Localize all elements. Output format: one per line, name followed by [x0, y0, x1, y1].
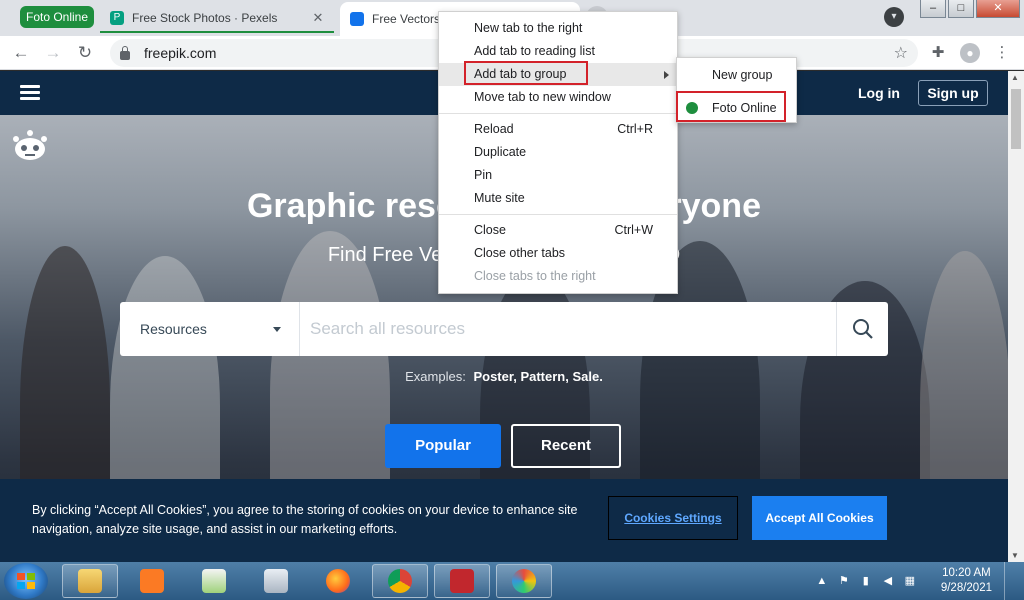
menu-separator — [439, 113, 677, 114]
volume-icon[interactable]: ◀ — [881, 574, 895, 588]
login-link[interactable]: Log in — [858, 85, 900, 101]
menu-item-close-tabs-right: Close tabs to the right — [474, 269, 596, 283]
caret-down-icon — [273, 326, 281, 332]
firefox-icon[interactable] — [310, 564, 366, 598]
signup-button[interactable]: Sign up — [918, 80, 988, 106]
chrome-icon[interactable] — [372, 564, 428, 598]
highlight-annotation-box — [464, 61, 588, 85]
tab-group-chip[interactable]: Foto Online — [20, 6, 95, 28]
windows-taskbar: ▲ ⚑ ▮ ◀ ▦ 10:20 AM 9/28/2021 — [0, 562, 1024, 600]
clock-time: 10:20 AM — [942, 567, 991, 579]
menu-item-move-to-new-window[interactable]: Move tab to new window — [439, 86, 677, 109]
shortcut-label: Ctrl+R — [617, 122, 653, 136]
calculator-icon[interactable] — [248, 564, 304, 598]
submenu-item-new-group[interactable]: New group — [677, 62, 798, 88]
menu-kebab-icon[interactable]: ⋮ — [992, 43, 1012, 63]
menu-item-mute-site[interactable]: Mute site — [439, 187, 677, 210]
forward-arrow-icon[interactable]: → — [42, 42, 64, 64]
xampp-icon[interactable] — [124, 564, 180, 598]
maximize-button[interactable]: □ — [948, 0, 974, 18]
close-window-button[interactable]: ✕ — [976, 0, 1020, 18]
cookie-banner: By clicking “Accept All Cookies”, you ag… — [0, 479, 1008, 562]
page-scrollbar[interactable]: ▲ ▼ — [1008, 71, 1024, 562]
search-examples: Examples: Poster, Pattern, Sale. — [405, 369, 603, 384]
example-link[interactable]: Sale — [572, 369, 599, 384]
tab-search-icon[interactable]: ▾ — [884, 7, 904, 27]
tab-pexels[interactable]: P Free Stock Photos · Pexels ✕ — [100, 0, 336, 36]
menu-item-reload[interactable]: Reload Ctrl+R — [439, 118, 677, 141]
profile-avatar-icon[interactable]: ● — [960, 43, 980, 63]
example-link[interactable]: Pattern — [520, 369, 565, 384]
back-arrow-icon[interactable]: ← — [10, 42, 32, 64]
search-button[interactable] — [836, 302, 888, 356]
scroll-thumb[interactable] — [1011, 89, 1021, 149]
menu-item-add-reading-list[interactable]: Add tab to reading list — [439, 40, 677, 63]
menu-item-duplicate[interactable]: Duplicate — [439, 141, 677, 164]
input-method-icon[interactable]: ▦ — [903, 574, 917, 588]
menu-item-new-tab-right[interactable]: New tab to the right — [439, 17, 677, 40]
highlight-annotation-box — [676, 91, 786, 122]
hamburger-menu-icon[interactable] — [20, 85, 40, 100]
clock-date: 9/28/2021 — [940, 582, 992, 594]
menu-item-close[interactable]: Close Ctrl+W — [439, 219, 677, 242]
start-button[interactable] — [4, 563, 48, 599]
freepik-favicon — [350, 12, 364, 26]
tab-context-menu: New tab to the right Add tab to reading … — [438, 11, 678, 294]
lock-icon[interactable] — [120, 45, 130, 60]
system-tray: ▲ ⚑ ▮ ◀ ▦ 10:20 AM 9/28/2021 — [815, 562, 1014, 600]
notepad-plus-icon[interactable] — [186, 564, 242, 598]
submenu-arrow-icon — [664, 71, 669, 79]
paint-icon[interactable] — [496, 564, 552, 598]
accept-all-cookies-button[interactable]: Accept All Cookies — [752, 496, 887, 540]
bookmark-star-icon[interactable]: ☆ — [894, 43, 908, 63]
menu-item-close-other-tabs[interactable]: Close other tabs — [439, 242, 677, 265]
windows-logo-icon — [17, 573, 35, 589]
resource-type-label: Resources — [140, 321, 207, 337]
menu-separator — [439, 214, 677, 215]
search-bar: Resources — [120, 302, 888, 356]
pexels-favicon: P — [110, 11, 124, 25]
show-hidden-icons-icon[interactable]: ▲ — [815, 574, 829, 588]
window-controls: – □ ✕ — [920, 0, 1020, 18]
extensions-puzzle-icon[interactable]: ✚ — [928, 43, 948, 63]
scroll-up-arrow-icon[interactable]: ▲ — [1011, 73, 1019, 82]
search-input[interactable] — [300, 302, 836, 356]
resource-type-dropdown[interactable]: Resources — [120, 302, 300, 356]
cookies-settings-button[interactable]: Cookies Settings — [608, 496, 738, 540]
file-explorer-icon[interactable] — [62, 564, 118, 598]
freepik-logo-icon[interactable] — [12, 129, 48, 161]
menu-item-pin[interactable]: Pin — [439, 164, 677, 187]
shortcut-label: Ctrl+W — [614, 223, 653, 237]
tab-close-icon[interactable]: ✕ — [310, 10, 326, 26]
filezilla-icon[interactable] — [434, 564, 490, 598]
clock[interactable]: 10:20 AM 9/28/2021 — [941, 566, 992, 596]
popular-button[interactable]: Popular — [385, 424, 501, 468]
reload-icon[interactable]: ↻ — [74, 42, 96, 64]
search-icon — [852, 319, 873, 339]
recent-button[interactable]: Recent — [511, 424, 621, 468]
action-center-flag-icon[interactable]: ⚑ — [837, 574, 851, 588]
tab-title: Free Stock Photos · Pexels — [132, 11, 278, 25]
url-text: freepik.com — [144, 45, 217, 61]
examples-label: Examples: — [405, 369, 466, 384]
minimize-button[interactable]: – — [920, 0, 946, 18]
network-signal-icon[interactable]: ▮ — [859, 574, 873, 588]
scroll-down-arrow-icon[interactable]: ▼ — [1011, 551, 1019, 560]
example-link[interactable]: Poster — [473, 369, 513, 384]
show-desktop-button[interactable] — [1004, 562, 1014, 600]
cookie-text: By clicking “Accept All Cookies”, you ag… — [32, 503, 578, 536]
